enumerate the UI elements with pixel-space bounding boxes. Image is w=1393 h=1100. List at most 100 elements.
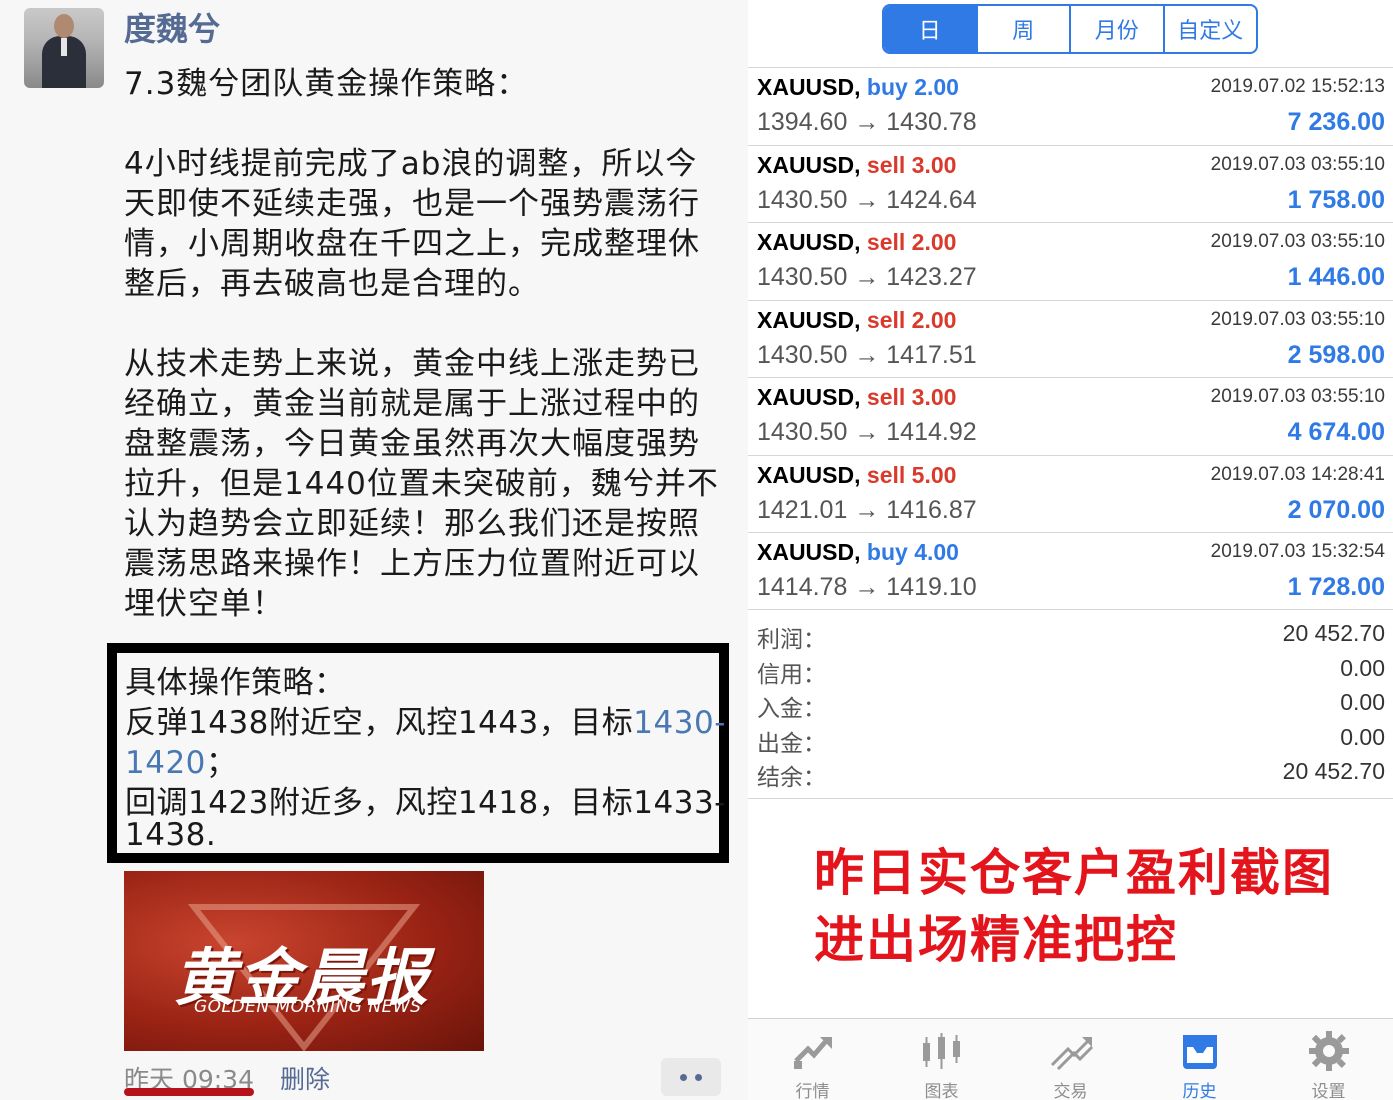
strategy-link[interactable]: 1420 <box>125 745 206 781</box>
trade-symbol: XAUUSD, sell 5.00 <box>757 462 956 489</box>
trade-prices: 1430.50 → 1423.27 <box>757 263 977 292</box>
tab-label: 行情 <box>795 1082 830 1100</box>
trade-row[interactable]: XAUUSD, sell 2.00 2019.07.03 03:55:10 1430… <box>748 222 1393 300</box>
symbol-name: XAUUSD, <box>757 151 861 178</box>
trade-lots: 3.00 <box>911 384 957 410</box>
more-options-button[interactable] <box>661 1058 721 1096</box>
trade-symbol: XAUUSD, sell 3.00 <box>757 384 956 411</box>
more-dot-icon <box>680 1073 687 1081</box>
close-price: 1417.51 <box>886 340 977 369</box>
summary-value: 0.00 <box>1340 723 1385 750</box>
trade-prices: 1414.78 → 1419.10 <box>757 573 977 602</box>
strategy-line: 1438. <box>125 817 217 853</box>
trade-prices: 1430.50 → 1424.64 <box>757 186 977 215</box>
trade-lots: 2.00 <box>911 229 957 255</box>
summary-row: 结余： 20 452.70 <box>757 758 1385 792</box>
trade-symbol: XAUUSD, sell 2.00 <box>757 307 956 334</box>
trade-row[interactable]: XAUUSD, buy 4.00 2019.07.03 15:32:54 1414.… <box>748 532 1393 610</box>
news-banner-image[interactable]: 黄金晨报 GOLDEN MORNING NEWS <box>124 871 484 1051</box>
symbol-name: XAUUSD, <box>757 306 861 333</box>
summary-row: 利润： 20 452.70 <box>757 620 1385 654</box>
trade-symbol: XAUUSD, sell 3.00 <box>757 152 956 179</box>
summary-label: 入金： <box>757 696 826 722</box>
settings-icon <box>1306 1019 1352 1075</box>
tab-quotes[interactable]: 行情 <box>748 1019 877 1100</box>
trade-profit: 4 674.00 <box>1287 418 1385 446</box>
trade-prices: 1421.01 → 1416.87 <box>757 496 977 525</box>
trade-lots: 5.00 <box>911 461 957 488</box>
moments-post: 度魏兮 7.3魏兮团队黄金操作策略： 4小时线提前完成了ab浪的调整，所以今 天… <box>0 0 748 1100</box>
summary-label: 利润： <box>757 627 826 653</box>
timestamp-underline <box>124 1088 254 1096</box>
trade-list: XAUUSD, buy 2.00 2019.07.02 15:52:13 1394.… <box>748 67 1393 610</box>
trade-row[interactable]: XAUUSD, sell 2.00 2019.07.03 03:55:10 1430… <box>748 299 1393 378</box>
trade-side: sell <box>866 229 906 255</box>
strategy-line: 反弹1438附近空，风控1443，目标1430- <box>125 697 726 742</box>
tab-settings[interactable]: 设置 <box>1264 1019 1393 1100</box>
trade-history-screen: 日周月份 自定义 XAUUSD, buy 2.00 2019.07.02 15:52… <box>748 0 1393 1100</box>
trade-lots: 3.00 <box>911 151 957 178</box>
trade-row[interactable]: XAUUSD, sell 3.00 2019.07.03 03:55:10 1430… <box>748 377 1393 455</box>
post-text-line: 埋伏空单！ <box>124 586 284 622</box>
trade-profit: 2 070.00 <box>1287 495 1385 524</box>
open-price: 1430.50 <box>757 263 848 291</box>
period-tab[interactable]: 周 <box>978 6 1071 52</box>
arrow-icon: → <box>854 573 880 601</box>
promo-caption: 昨日实仓客户盈利截图 进出场精准把控 <box>814 840 1334 974</box>
promo-line: 进出场精准把控 <box>814 911 1178 969</box>
trade-profit: 7 236.00 <box>1287 108 1385 136</box>
trade-date: 2019.07.03 03:55:10 <box>1210 308 1385 330</box>
period-tab[interactable]: 自定义 <box>1165 6 1257 52</box>
summary-label: 结余： <box>757 765 826 791</box>
bottom-tab-bar: 行情 图表 交易 历史 设置 <box>748 1018 1393 1100</box>
trade-date: 2019.07.03 03:55:10 <box>1210 231 1385 252</box>
quotes-icon <box>790 1019 836 1075</box>
symbol-name: XAUUSD, <box>757 539 861 565</box>
trade-profit: 1 728.00 <box>1287 573 1385 601</box>
period-tab[interactable]: 日 <box>884 6 978 52</box>
account-summary: 利润： 20 452.70 信用： 0.00 入金： 0.00 出金： 0.00 结余： 20 4… <box>748 609 1393 799</box>
summary-row: 入金： 0.00 <box>757 689 1385 723</box>
open-price: 1394.60 <box>757 108 848 136</box>
symbol-name: XAUUSD, <box>757 461 861 488</box>
username[interactable]: 度魏兮 <box>124 4 220 50</box>
more-dot-icon <box>695 1073 702 1081</box>
open-price: 1430.50 <box>757 340 848 369</box>
trade-date: 2019.07.03 14:28:41 <box>1210 463 1385 485</box>
strategy-text: 反弹1438附近空，风控1443，目标 <box>125 705 634 741</box>
close-price: 1414.92 <box>886 418 977 446</box>
banner-subtitle: GOLDEN MORNING NEWS <box>194 997 422 1017</box>
tab-trade[interactable]: 交易 <box>1006 1019 1135 1100</box>
trade-side: buy <box>866 74 908 100</box>
post-text-line: 震荡思路来操作！上方压力位置附近可以 <box>124 546 700 582</box>
trade-row[interactable]: XAUUSD, buy 2.00 2019.07.02 15:52:13 1394.… <box>748 67 1393 145</box>
delete-button[interactable]: 删除 <box>280 1060 330 1096</box>
strategy-line: 回调1423附近多，风控1418，目标1433- <box>125 785 726 821</box>
tab-history[interactable]: 历史 <box>1135 1019 1264 1100</box>
trade-side: buy <box>866 539 908 565</box>
arrow-icon: → <box>854 340 880 369</box>
trade-date: 2019.07.03 15:32:54 <box>1210 541 1385 562</box>
strategy-box: 具体操作策略： 反弹1438附近空，风控1443，目标1430- 1420； 回… <box>107 643 729 863</box>
close-price: 1416.87 <box>886 495 977 524</box>
arrow-icon: → <box>854 263 880 291</box>
trade-row[interactable]: XAUUSD, sell 3.00 2019.07.03 03:55:10 1430… <box>748 144 1393 223</box>
arrow-icon: → <box>854 185 880 214</box>
summary-value: 20 452.70 <box>1282 620 1385 646</box>
close-price: 1423.27 <box>886 263 977 291</box>
trade-symbol: XAUUSD, sell 2.00 <box>757 229 956 256</box>
strategy-link[interactable]: 1430- <box>633 705 726 741</box>
open-price: 1430.50 <box>757 185 848 214</box>
history-icon <box>1177 1019 1223 1075</box>
post-text-line: 经确立，黄金当前就是属于上涨过程中的 <box>124 386 700 422</box>
summary-value: 20 452.70 <box>1282 758 1385 784</box>
trade-date: 2019.07.03 03:55:10 <box>1210 153 1385 175</box>
trade-row[interactable]: XAUUSD, sell 5.00 2019.07.03 14:28:41 1421… <box>748 454 1393 533</box>
trade-side: sell <box>866 384 906 410</box>
avatar[interactable] <box>24 8 104 88</box>
period-tab[interactable]: 月份 <box>1071 6 1165 52</box>
trade-side: sell <box>866 306 906 333</box>
summary-label: 信用： <box>757 661 826 688</box>
tab-chart[interactable]: 图表 <box>877 1019 1006 1100</box>
open-price: 1421.01 <box>757 495 848 524</box>
